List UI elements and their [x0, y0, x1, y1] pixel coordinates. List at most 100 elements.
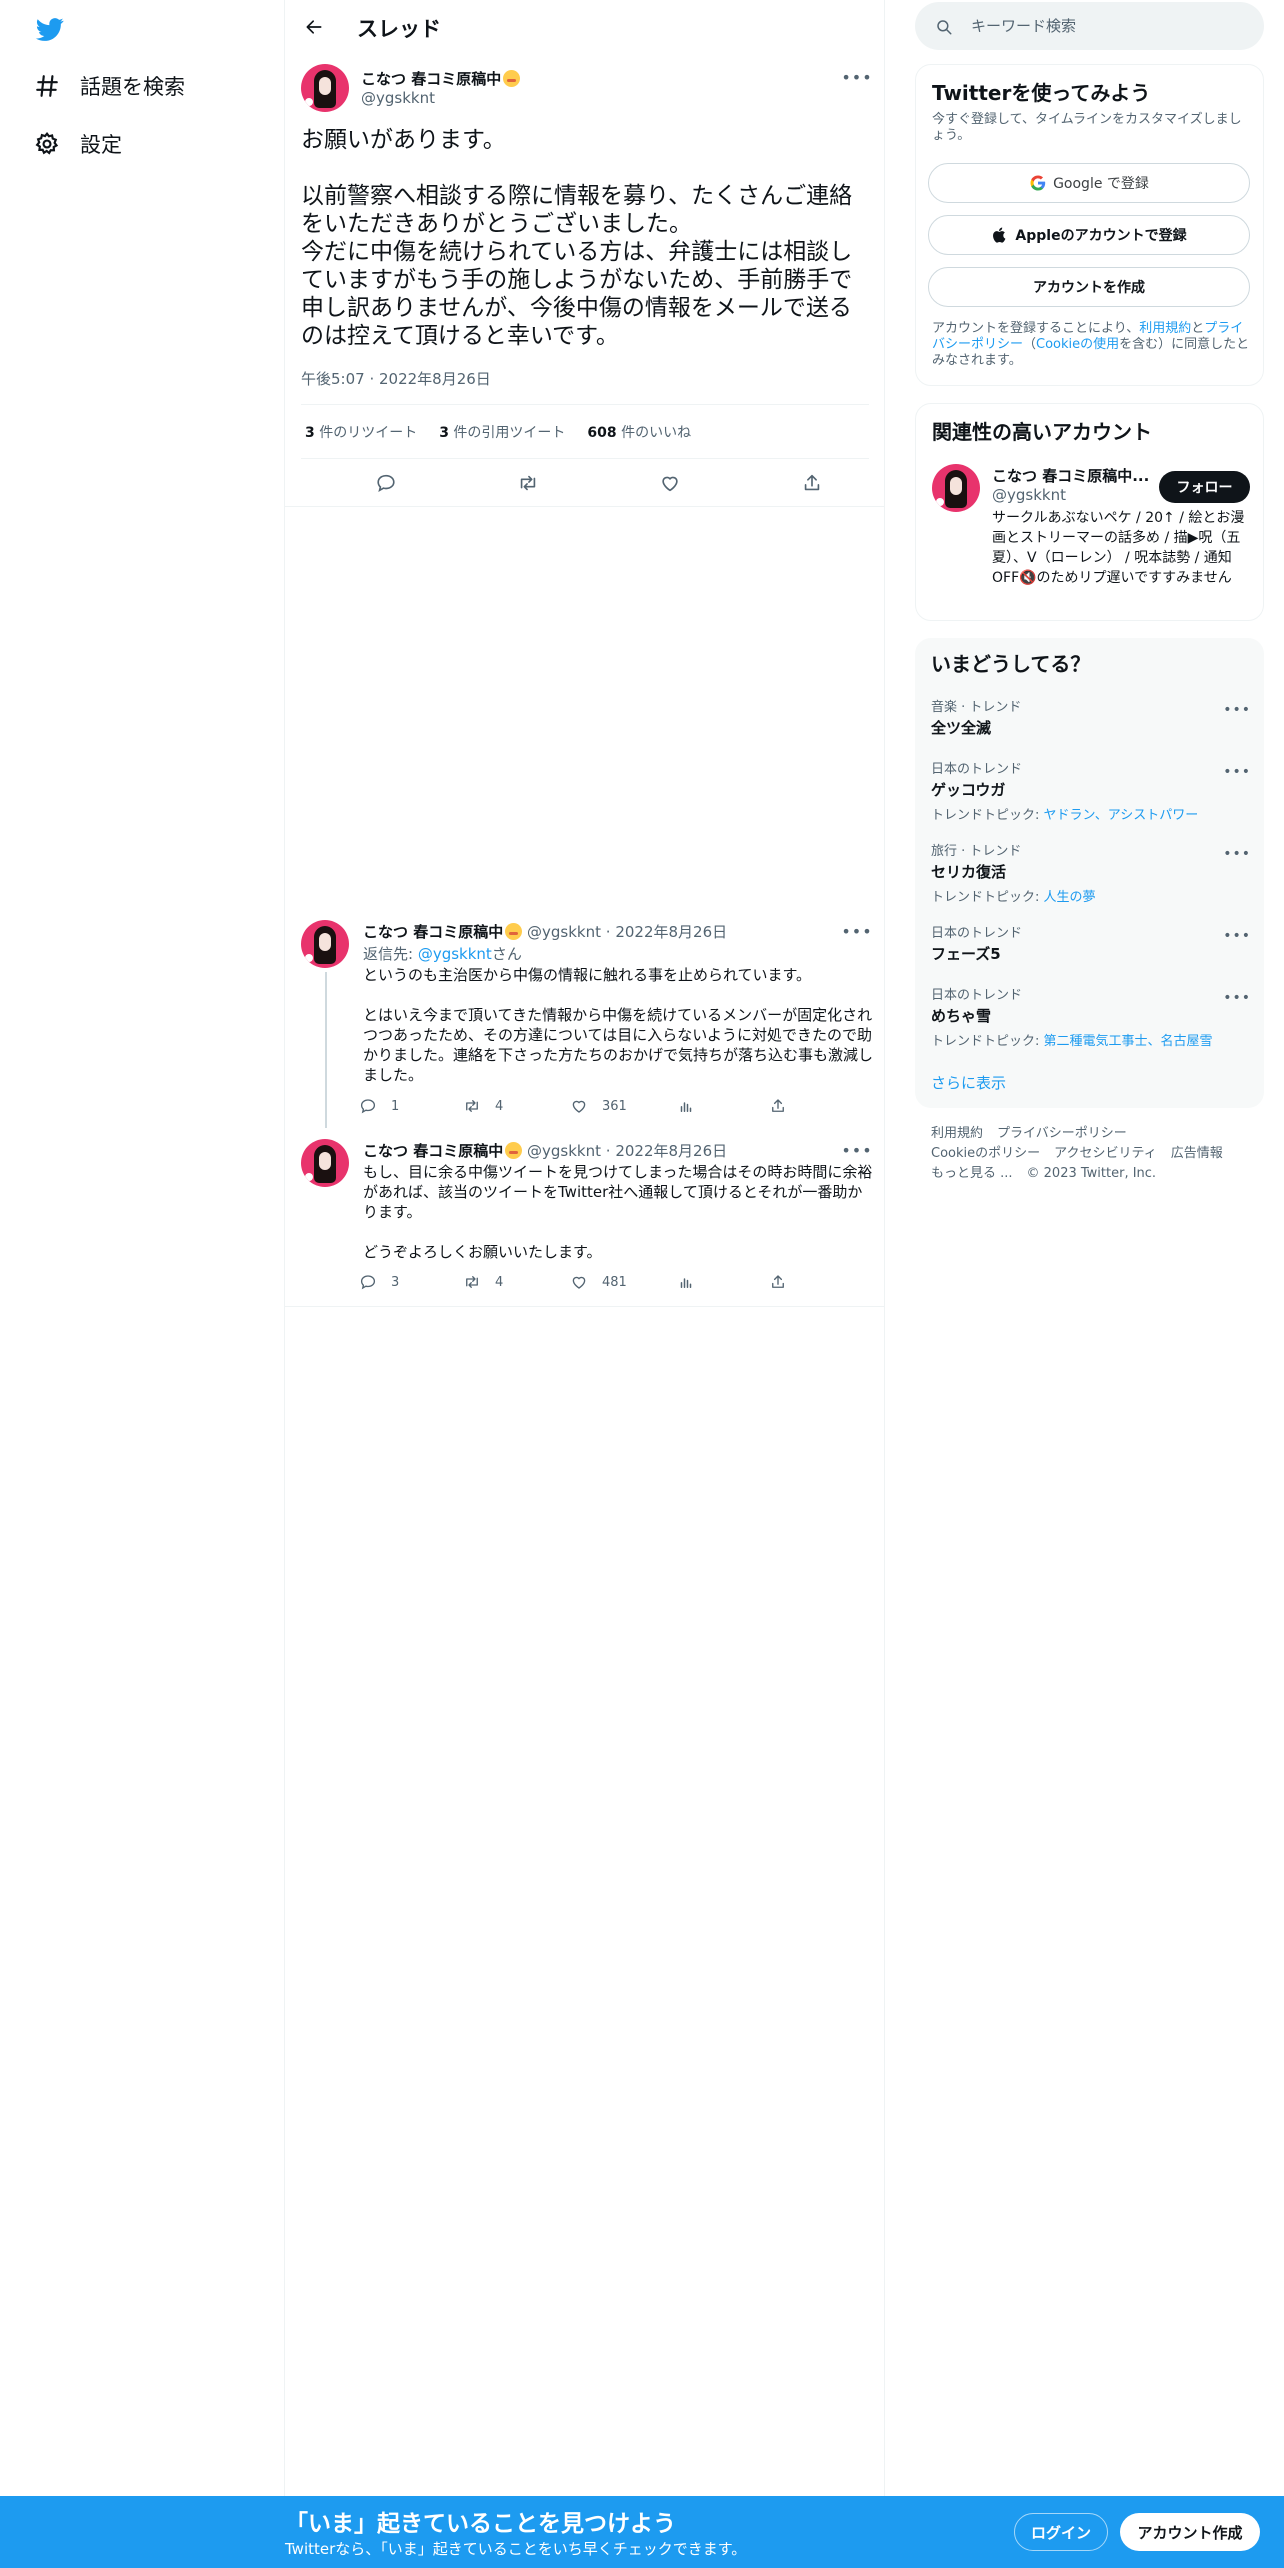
related-accounts-card: 関連性の高いアカウント こなつ 春コミ原稿中... @ygskknt フォロー …: [915, 403, 1264, 621]
related-account-handle[interactable]: @ygskknt: [992, 486, 1066, 504]
reply-to-line: 返信先: @ygskkntさん: [363, 945, 522, 963]
google-icon: [1030, 175, 1046, 191]
trend-topic-link[interactable]: 第二種電気工事士、名古屋雪: [1044, 1034, 1213, 1049]
bottom-signup-bar: 「いま」起きていることを見つけよう Twitterなら、「いま」起きていることを…: [0, 2496, 1284, 2568]
reply-button[interactable]: [372, 469, 400, 497]
trend-item[interactable]: 音楽 · トレンド 全ツ全滅 •••: [931, 696, 1251, 738]
share-icon: [772, 1099, 784, 1112]
trend-topic-link[interactable]: 人生の夢: [1044, 890, 1096, 905]
quotes-stat[interactable]: 3 件の引用ツイート: [439, 422, 565, 442]
more-icon[interactable]: •••: [1223, 846, 1251, 862]
reply-icon: [377, 474, 395, 493]
search-input[interactable]: [971, 14, 1241, 38]
back-button[interactable]: [299, 12, 329, 42]
tweet-date: 2022年8月26日: [615, 1142, 728, 1160]
views-button[interactable]: [677, 1097, 709, 1115]
divider: [285, 1306, 885, 1307]
footer-cookie-link[interactable]: Cookieのポリシー: [931, 1146, 1040, 1161]
reply-icon: [360, 1099, 376, 1114]
more-icon[interactable]: •••: [841, 1140, 871, 1160]
share-button[interactable]: [798, 469, 826, 497]
trends-card: いまどうしてる？ 音楽 · トレンド 全ツ全滅 ••• 日本のトレンド ゲッコウ…: [915, 638, 1264, 1108]
bottom-bar-subtitle: Twitterなら、「いま」起きていることをいち早くチェックできます。: [285, 2540, 747, 2558]
signup-legal-text: アカウントを登録することにより、利用規約とプライバシーポリシー（Cookieの使…: [932, 321, 1250, 368]
share-button[interactable]: [769, 1273, 801, 1291]
avatar[interactable]: [301, 1139, 349, 1187]
retweet-button[interactable]: 4: [463, 1273, 503, 1291]
retweet-button[interactable]: 4: [463, 1097, 503, 1115]
like-button[interactable]: 481: [570, 1273, 627, 1291]
search-icon: [937, 20, 952, 35]
author-name[interactable]: こなつ 春コミ原稿中 @ygskknt · 2022年8月26日: [363, 921, 727, 942]
retweet-button[interactable]: [514, 469, 542, 497]
arrow-left-icon: [306, 20, 322, 34]
tweet-actions: 1 4 361: [359, 1097, 789, 1119]
left-nav: 話題を検索 設定: [0, 0, 285, 2496]
google-signup-button[interactable]: Google で登録: [928, 163, 1250, 203]
divider: [301, 404, 869, 405]
views-button[interactable]: [677, 1273, 709, 1291]
nav-explore[interactable]: 話題を検索: [34, 64, 185, 108]
author-name[interactable]: こなつ 春コミ原稿中 @ygskknt · 2022年8月26日: [363, 1140, 727, 1161]
divider: [285, 506, 885, 507]
signup-button[interactable]: アカウント作成: [1120, 2513, 1260, 2551]
trend-item[interactable]: 日本のトレンド めちゃ雪 トレンドトピック: 第二種電気工事士、名古屋雪 •••: [931, 984, 1251, 1049]
more-icon[interactable]: •••: [1223, 702, 1251, 718]
apple-icon: [993, 227, 1006, 243]
show-more-link[interactable]: さらに表示: [931, 1072, 1006, 1093]
footer-more-link[interactable]: もっと見る ...: [931, 1166, 1013, 1181]
trend-item[interactable]: 旅行 · トレンド セリカ復活 トレンドトピック: 人生の夢 •••: [931, 840, 1251, 905]
views-icon: [680, 1102, 692, 1112]
author-handle[interactable]: @ygskknt: [361, 89, 435, 107]
share-icon: [804, 474, 820, 491]
avatar[interactable]: [301, 64, 349, 112]
reply-button[interactable]: 1: [359, 1097, 399, 1115]
more-icon[interactable]: •••: [1223, 764, 1251, 780]
create-account-button[interactable]: アカウントを作成: [928, 267, 1250, 307]
retweet-icon: [520, 475, 536, 491]
nav-settings[interactable]: 設定: [34, 122, 122, 166]
tweet-text: もし、目に余る中傷ツイートを見つけてしまった場合はその時お時間に余裕があれば、該…: [363, 1163, 873, 1261]
search-bar[interactable]: [915, 2, 1264, 50]
apple-signup-button[interactable]: Appleのアカウントで登録: [928, 215, 1250, 255]
footer-privacy-link[interactable]: プライバシーポリシー: [997, 1126, 1127, 1141]
trend-item[interactable]: 日本のトレンド フェーズ5 •••: [931, 922, 1251, 964]
tweet-actions: [285, 468, 885, 498]
footer-terms-link[interactable]: 利用規約: [931, 1126, 983, 1141]
trend-item[interactable]: 日本のトレンド ゲッコウガ トレンドトピック: ヤドラン、アシストパワー •••: [931, 758, 1251, 823]
reply-button[interactable]: 3: [359, 1273, 399, 1291]
share-button[interactable]: [769, 1097, 801, 1115]
divider: [301, 458, 869, 459]
signup-card: Twitterを使ってみよう 今すぐ登録して、タイムラインをカスタマイズしましょ…: [915, 64, 1264, 386]
footer-accessibility-link[interactable]: アクセシビリティ: [1054, 1146, 1157, 1161]
terms-link[interactable]: 利用規約: [1139, 321, 1191, 336]
related-account-name[interactable]: こなつ 春コミ原稿中...: [992, 465, 1152, 486]
avatar[interactable]: [301, 920, 349, 968]
follow-button[interactable]: フォロー: [1159, 471, 1250, 503]
emoji-icon: [505, 923, 523, 940]
thread-header: スレッド: [285, 0, 885, 54]
bottom-bar-title: 「いま」起きていることを見つけよう: [285, 2511, 676, 2537]
like-icon: [662, 476, 678, 492]
twitter-bird-icon[interactable]: [34, 15, 66, 43]
reply-icon: [360, 1275, 376, 1290]
more-icon[interactable]: •••: [841, 921, 871, 941]
tweet-timestamp[interactable]: 午後5:07 · 2022年8月26日: [301, 368, 491, 389]
more-icon[interactable]: •••: [1223, 928, 1251, 944]
cookie-link[interactable]: Cookieの使用: [1036, 337, 1119, 352]
reply-to-handle-link[interactable]: @ygskknt: [418, 945, 492, 963]
login-button[interactable]: ログイン: [1014, 2513, 1108, 2551]
like-button[interactable]: 361: [570, 1097, 627, 1115]
emoji-icon: [505, 1142, 523, 1159]
avatar[interactable]: [932, 464, 980, 512]
more-icon[interactable]: •••: [1223, 990, 1251, 1006]
nav-settings-label: 設定: [80, 133, 122, 157]
like-button[interactable]: [656, 469, 684, 497]
likes-stat[interactable]: 608 件のいいね: [587, 422, 691, 442]
thread-connector: [325, 972, 327, 1128]
author-name[interactable]: こなつ 春コミ原稿中: [361, 68, 521, 89]
more-icon[interactable]: •••: [841, 67, 871, 87]
footer-ads-link[interactable]: 広告情報: [1171, 1146, 1223, 1161]
trend-topic-link[interactable]: ヤドラン、アシストパワー: [1044, 808, 1199, 823]
retweets-stat[interactable]: 3 件のリツイート: [305, 422, 417, 442]
